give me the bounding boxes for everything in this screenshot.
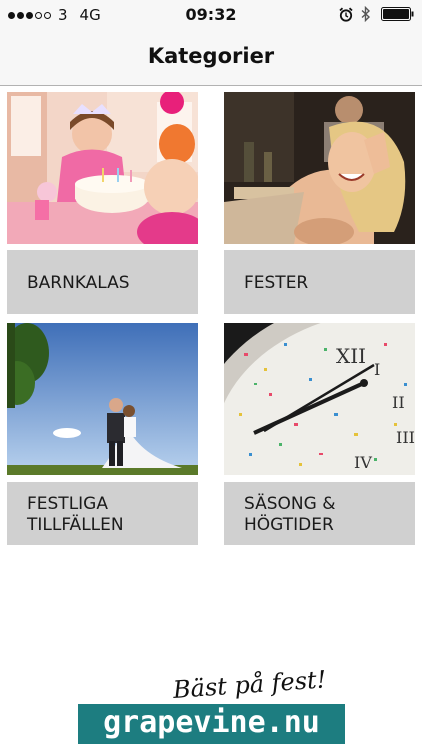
svg-text:III: III [396, 428, 415, 447]
status-right [339, 6, 414, 22]
category-label-box: FESTLIGA TILLFÄLLEN [7, 482, 198, 545]
brand-tagline: Bäst på fest! [172, 665, 328, 704]
svg-text:II: II [392, 393, 405, 412]
category-tile-sasong-hogtider[interactable]: XII I II III IV SÄSONG & HÖGTIDER [224, 323, 415, 545]
bluetooth-icon [361, 6, 371, 22]
navigation-bar: Kategorier [0, 30, 422, 86]
category-label-box: BARNKALAS [7, 250, 198, 314]
wedding-couple-photo [7, 323, 198, 475]
category-label: SÄSONG & HÖGTIDER [244, 494, 336, 535]
battery-icon [381, 7, 414, 21]
category-tile-festliga-tillfallen[interactable]: FESTLIGA TILLFÄLLEN [7, 323, 198, 545]
alarm-icon [339, 7, 353, 22]
status-bar: 3 4G 09:32 [0, 0, 422, 30]
laughing-woman-photo [224, 92, 415, 244]
category-label: FESTLIGA TILLFÄLLEN [27, 494, 124, 535]
svg-text:I: I [374, 360, 380, 379]
category-label-box: SÄSONG & HÖGTIDER [224, 482, 415, 545]
category-label: FESTER [244, 273, 309, 293]
brand-name: grapevine.nu [103, 705, 320, 740]
category-tile-barnkalas[interactable]: BARNKALAS [7, 92, 198, 314]
svg-text:XII: XII [336, 344, 366, 368]
app-screen: 3 4G 09:32 Kategorier BARNKALAS FESTER F… [0, 0, 422, 750]
category-tile-fester[interactable]: FESTER [224, 92, 415, 314]
page-title: Kategorier [147, 44, 275, 68]
category-label-box: FESTER [224, 250, 415, 314]
category-label: BARNKALAS [27, 273, 130, 293]
clock-confetti-photo: XII I II III IV [224, 323, 415, 475]
birthday-party-photo [7, 92, 198, 244]
svg-text:IV: IV [354, 453, 372, 472]
brand-logo[interactable]: grapevine.nu [78, 704, 345, 744]
